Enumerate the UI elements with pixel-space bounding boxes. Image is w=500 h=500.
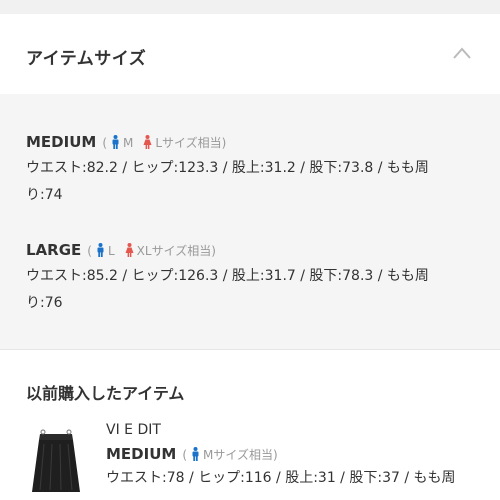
measurement-line: り:74 <box>26 187 63 203</box>
male-icon <box>112 135 119 149</box>
size-name: MEDIUM <box>106 445 177 463</box>
item-size-header[interactable]: アイテムサイズ <box>0 14 500 94</box>
size-name: LARGE <box>26 241 82 259</box>
measurement-line: ウエスト:82.2 / ヒップ:123.3 / 股上:31.2 / 股下:73.… <box>26 160 429 176</box>
size-measurements: ウエスト:82.2 / ヒップ:123.3 / 股上:31.2 / 股下:73.… <box>26 155 486 209</box>
previous-item-info: VI E DIT MEDIUM ( Mサイズ相当) ウエスト:78 / ヒップ:11… <box>106 420 486 488</box>
female-size-label: Lサイズ相当) <box>155 136 227 150</box>
previous-purchase-title: 以前購入したアイテム <box>26 384 185 403</box>
female-size-label: XLサイズ相当) <box>136 244 216 258</box>
male-size-label: M <box>123 136 134 150</box>
top-divider-strip <box>0 0 500 14</box>
male-size-label: L <box>107 244 115 258</box>
item-thumbnail[interactable] <box>26 422 86 500</box>
female-icon <box>125 243 134 257</box>
chevron-up-icon[interactable] <box>452 46 472 60</box>
size-list: MEDIUM ( M Lサイズ相当) ウエスト:82.2 / ヒップ:123.3 / … <box>0 94 500 350</box>
size-paren: ( <box>182 448 187 462</box>
item-brand: VI E DIT <box>106 422 161 438</box>
male-size-label: Mサイズ相当) <box>203 448 278 462</box>
size-entry-large: LARGE ( L XLサイズ相当) ウエスト:85.2 / ヒップ:126.3 / … <box>26 240 486 317</box>
size-name: MEDIUM <box>26 133 97 151</box>
measurement-line: ウエスト:85.2 / ヒップ:126.3 / 股上:31.7 / 股下:78.… <box>26 268 429 284</box>
size-entry-medium: MEDIUM ( M Lサイズ相当) ウエスト:82.2 / ヒップ:123.3 / … <box>26 132 486 209</box>
size-measurements: ウエスト:85.2 / ヒップ:126.3 / 股上:31.7 / 股下:78.… <box>26 263 486 317</box>
male-icon <box>192 447 199 461</box>
measurement-line: り:76 <box>26 295 63 311</box>
size-paren: ( <box>87 244 92 258</box>
female-icon <box>143 135 152 149</box>
item-size-title: アイテムサイズ <box>26 49 147 69</box>
size-paren: ( <box>102 136 107 150</box>
previous-item-measurements: ウエスト:78 / ヒップ:116 / 股上:31 / 股下:37 / もも周 <box>106 470 456 486</box>
previous-purchase-section: 以前購入したアイテム VI E DIT MEDIUM ( Mサイズ相当) ウエスト:… <box>0 350 500 500</box>
male-icon <box>97 243 104 257</box>
